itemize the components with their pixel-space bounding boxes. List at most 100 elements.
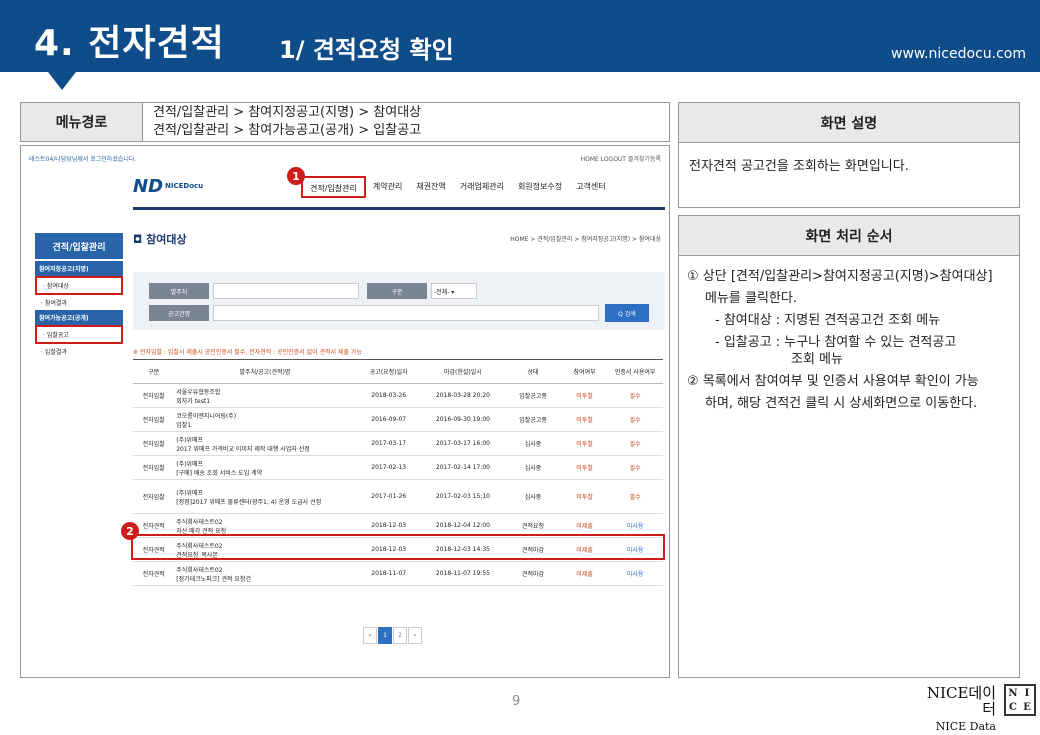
cell-date: 2016-09-07 (355, 407, 422, 432)
brand-ko: NICE데이터 (926, 684, 996, 718)
cell-join: 미투찰 (561, 455, 608, 480)
sidebar-item-participants[interactable]: · 참여대상 (35, 276, 123, 295)
col-type: 구분 (133, 359, 175, 384)
cell-date: 2018-03-26 (355, 383, 422, 408)
table-row[interactable]: 전자입찰 (주)위메프 [정정]2017 위메프 물류센터(광주1, 4) 운영 도… (133, 479, 663, 514)
description-text: 전자견적 공고건을 조회하는 화면입니다. (689, 159, 909, 174)
sidebar: 참여지정공고(지명) · 참여대상 · 참여결과 참여가능공고(공개) · 입찰… (35, 261, 123, 359)
top-utility-bar: 테스트04/나담당님께서 로그인하셨습니다. HOME LOGOUT 즐겨찾기등… (29, 148, 661, 168)
nav-balance[interactable]: 채권잔액 (409, 176, 452, 198)
pager-prev[interactable]: « (363, 627, 377, 644)
site-url: www.nicedocu.com (891, 46, 1026, 62)
menu-paths: 견적/입찰관리 > 참여지정공고(지명) > 참여대상 견적/입찰관리 > 참여… (143, 103, 431, 141)
menu-path-1: 견적/입찰관리 > 참여지정공고(지명) > 참여대상 (153, 105, 422, 120)
cell-status: 심사중 (504, 431, 562, 456)
cell-type: 전자입찰 (133, 455, 175, 480)
header-bar: 4. 전자견적 1/ 견적요청 확인 www.nicedocu.com (0, 0, 1040, 72)
process-line-3: - 참여대상 : 지명된 견적공고건 조회 메뉴 (715, 313, 941, 328)
nav-support[interactable]: 고객센터 (569, 176, 612, 198)
screen-capture: 테스트04/나담당님께서 로그인하셨습니다. HOME LOGOUT 즐겨찾기등… (20, 145, 670, 678)
type-label: 구분 (367, 283, 427, 299)
cell-status: 심사중 (504, 479, 562, 514)
pager-page-1[interactable]: 1 (378, 627, 392, 644)
page-number: 9 (512, 694, 521, 709)
cell-title[interactable]: 코오롱이엔지니어링(주) 입찰1 (174, 407, 356, 432)
table-row[interactable]: 전자입찰 서울우유협동조합 회자가 test1 2018-03-26 2018-03-2… (133, 383, 663, 408)
search-panel: 발주처 구분 -전체- ▾ 공고건명 Q 검색 (133, 272, 665, 330)
process-line-2: 메뉴를 클릭한다. (705, 291, 797, 306)
title-input[interactable] (213, 305, 599, 321)
cell-title[interactable]: 주식회사테스트02 [정기테크노파크] 견적 요청건 (174, 561, 356, 586)
login-message: 테스트04/나담당님께서 로그인하셨습니다. (29, 156, 137, 163)
col-join: 참여여부 (561, 359, 608, 384)
sidebar-group-open[interactable]: 참여가능공고(공개) (35, 310, 123, 325)
col-deadline: 마감(현설)일시 (421, 359, 505, 384)
sidebar-item-bid-notice[interactable]: · 입찰공고 (35, 325, 123, 344)
col-title: 발주처/공고(견적)명 (174, 359, 356, 384)
pager-page-2[interactable]: 2 (393, 627, 407, 644)
header-notch (48, 72, 76, 90)
search-button[interactable]: Q 검색 (605, 304, 649, 322)
cell-title[interactable]: 서울우유협동조합 회자가 test1 (174, 383, 356, 408)
pagination: « 1 2 » (363, 627, 423, 644)
highlight-row-box (131, 534, 665, 560)
cell-deadline: 2017-03-17 16:00 (421, 431, 505, 456)
top-links[interactable]: HOME LOGOUT 즐겨찾기등록 (581, 154, 661, 163)
cell-type: 전자입찰 (133, 431, 175, 456)
menu-path-label: 메뉴경로 (21, 103, 143, 141)
orderer-label: 발주처 (149, 283, 209, 299)
nav-partners[interactable]: 거래업체관리 (453, 176, 511, 198)
type-select[interactable]: -전체- ▾ (431, 283, 477, 299)
page-subtitle: 1/ 견적요청 확인 (279, 36, 454, 64)
cell-type: 전자입찰 (133, 383, 175, 408)
nice-data-logo: NICE데이터 NICE Data (916, 685, 996, 735)
cell-deadline: 2016-09-30 19:00 (421, 407, 505, 432)
cell-status: 입찰공고중 (504, 383, 562, 408)
sidebar-item-results[interactable]: · 참여결과 (35, 295, 123, 310)
cell-type: 전자입찰 (133, 407, 175, 432)
menu-path-2: 견적/입찰관리 > 참여가능공고(공개) > 입찰공고 (153, 123, 422, 138)
cell-join: 미투찰 (561, 431, 608, 456)
cell-title[interactable]: (주)위메프 [정정]2017 위메프 물류센터(광주1, 4) 운영 도급사 선… (174, 479, 356, 514)
nav-member[interactable]: 회원정보수정 (511, 176, 569, 198)
breadcrumb: HOME > 견적/입찰관리 > 참여지정공고(지명) > 참여대상 (510, 236, 661, 243)
process-steps: ① 상단 [견적/입찰관리>참여지정공고(지명)>참여대상] 메뉴를 클릭한다.… (679, 256, 1019, 425)
process-line-6: ② 목록에서 참여여부 및 인증서 사용여부 확인이 가능 (687, 374, 979, 389)
sidebar-item-bid-results[interactable]: · 입찰결과 (35, 344, 123, 359)
cell-type: 전자입찰 (133, 479, 175, 514)
cell-deadline: 2017-02-14 17:00 (421, 455, 505, 480)
content-title: ◘ 참여대상 (133, 233, 187, 246)
title-square-icon: ◘ (133, 233, 147, 246)
step-badge-1: 1 (287, 167, 305, 185)
table-row[interactable]: 전자입찰 (주)위메프 [구매] 배송 조회 서비스 도입 계약 2017-02-13… (133, 455, 663, 480)
table-row[interactable]: 전자입찰 코오롱이엔지니어링(주) 입찰1 2016-09-07 2016-09-30 … (133, 407, 663, 432)
cell-cert: 필수 (607, 431, 663, 456)
col-status: 상태 (504, 359, 562, 384)
nicedocu-logo[interactable]: ND NICEDocu (133, 171, 215, 201)
cell-deadline: 2017-02-03 15:10 (421, 479, 505, 514)
cell-cert: 필수 (607, 383, 663, 408)
pager-next[interactable]: » (408, 627, 422, 644)
main-nav: 견적/입찰관리 계약관리 채권잔액 거래업체관리 회원정보수정 고객센터 (301, 176, 613, 198)
description-heading: 화면 설명 (679, 103, 1019, 143)
table-row[interactable]: 전자견적 주식회사테스트02 [정기테크노파크] 견적 요청건 2018-11-07 2… (133, 561, 663, 586)
cell-join: 미투찰 (561, 407, 608, 432)
nav-bid-management[interactable]: 견적/입찰관리 (301, 176, 366, 198)
cell-join: 미투찰 (561, 383, 608, 408)
cell-title[interactable]: (주)위메프 2017 위메프 가격비교 이미지 제작 대행 사업자 선정 (174, 431, 356, 456)
nav-underline (133, 207, 665, 210)
cell-deadline: 2018-03-28 20:20 (421, 383, 505, 408)
nav-contract[interactable]: 계약관리 (366, 176, 409, 198)
table-row[interactable]: 전자입찰 (주)위메프 2017 위메프 가격비교 이미지 제작 대행 사업자 선정… (133, 431, 663, 456)
orderer-input[interactable] (213, 283, 359, 299)
cell-date: 2017-03-17 (355, 431, 422, 456)
brand-en: NICE Data (935, 720, 996, 733)
col-cert: 인증서 사용여부 (607, 359, 663, 384)
description-box: 화면 설명 전자견적 공고건을 조회하는 화면입니다. (678, 102, 1020, 208)
cell-deadline: 2018-11-07 19:55 (421, 561, 505, 586)
cell-join: 미제출 (561, 561, 608, 586)
cell-title[interactable]: (주)위메프 [구매] 배송 조회 서비스 도입 계약 (174, 455, 356, 480)
cell-date: 2018-11-07 (355, 561, 422, 586)
sidebar-group-designated[interactable]: 참여지정공고(지명) (35, 261, 123, 276)
step-badge-2: 2 (121, 522, 139, 540)
